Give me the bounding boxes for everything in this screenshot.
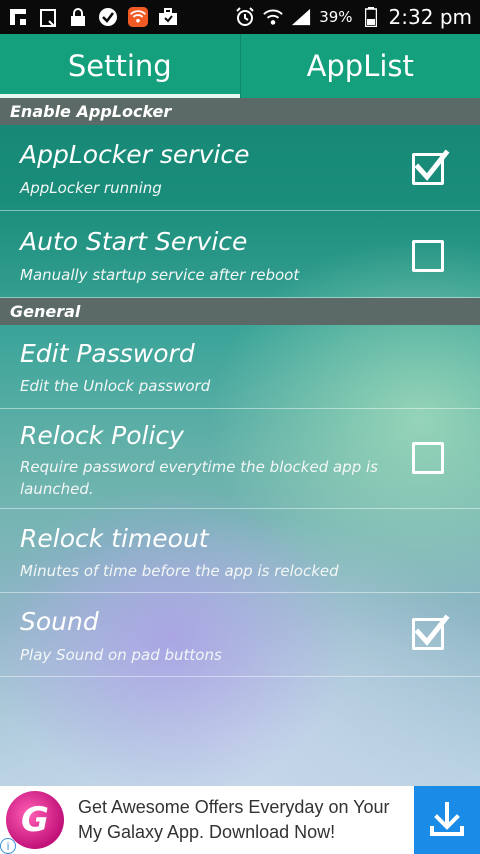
status-bar: 39% 2:32 pm: [0, 0, 480, 34]
signal-icon: [291, 7, 311, 27]
pref-title: Edit Password: [20, 339, 195, 368]
pref-summary: Minutes of time before the app is relock…: [20, 562, 339, 580]
checkmark-icon: [414, 614, 450, 646]
checkmark-icon: [414, 149, 450, 181]
pref-summary-line2: launched.: [20, 480, 94, 498]
tab-setting[interactable]: Setting: [0, 34, 240, 98]
flipboard-icon: [8, 7, 28, 27]
check-icon: [98, 7, 118, 27]
galaxy-app-logo-icon: G: [6, 791, 64, 849]
pref-relock-policy[interactable]: Relock Policy Require password everytime…: [0, 409, 480, 509]
section-header-general: General: [0, 298, 480, 325]
tab-setting-label: Setting: [67, 49, 172, 83]
tab-applist[interactable]: AppList: [239, 34, 480, 98]
pref-summary-line1: Require password everytime the blocked a…: [20, 458, 378, 476]
alarm-icon: [235, 7, 255, 27]
pref-summary: AppLocker running: [20, 179, 162, 197]
pref-title: Auto Start Service: [20, 227, 248, 256]
pref-auto-start-service[interactable]: Auto Start Service Manually startup serv…: [0, 211, 480, 298]
download-icon: [430, 802, 464, 836]
clock-time: 2:32 pm: [388, 5, 472, 29]
tab-bar: Setting AppList: [0, 34, 480, 98]
ad-info-symbol: i: [6, 839, 10, 853]
pref-summary: Manually startup service after reboot: [20, 266, 300, 284]
auto-start-service-checkbox[interactable]: [412, 240, 444, 272]
wifi-icon: [263, 7, 283, 27]
pref-summary: Play Sound on pad buttons: [20, 646, 222, 664]
pref-edit-password[interactable]: Edit Password Edit the Unlock password: [0, 325, 480, 409]
pref-title: AppLocker service: [20, 140, 250, 169]
pref-title: Relock timeout: [20, 524, 209, 553]
battery-percent: 39%: [319, 8, 353, 26]
galaxy-logo-letter: G: [21, 800, 49, 840]
applocker-service-checkbox[interactable]: [412, 149, 450, 185]
tab-applist-label: AppList: [306, 49, 414, 83]
pref-sound[interactable]: Sound Play Sound on pad buttons: [0, 593, 480, 677]
briefcase-icon: [158, 7, 178, 27]
wifi-hotspot-icon: [128, 7, 148, 27]
ad-download-button[interactable]: [414, 786, 480, 854]
relock-policy-checkbox[interactable]: [412, 442, 444, 474]
sound-checkbox[interactable]: [412, 614, 450, 650]
pref-applocker-service[interactable]: AppLocker service AppLocker running: [0, 125, 480, 211]
pref-title: Relock Policy: [20, 421, 184, 450]
ad-info-icon[interactable]: i: [0, 838, 16, 854]
lock-icon: [68, 7, 88, 27]
pref-title: Sound: [20, 607, 99, 636]
ad-text-line2: My Galaxy App. Download Now!: [78, 822, 336, 842]
ad-text-line1: Get Awesome Offers Everyday on Your: [78, 797, 390, 817]
pref-relock-timeout[interactable]: Relock timeout Minutes of time before th…: [0, 509, 480, 593]
battery-icon: [361, 7, 381, 27]
clipboard-icon: [38, 7, 58, 27]
ad-banner[interactable]: G Get Awesome Offers Everyday on Your My…: [0, 786, 480, 854]
ad-text[interactable]: Get Awesome Offers Everyday on Your My G…: [78, 795, 408, 845]
section-header-enable-applocker: Enable AppLocker: [0, 98, 480, 125]
pref-summary: Edit the Unlock password: [20, 377, 211, 395]
